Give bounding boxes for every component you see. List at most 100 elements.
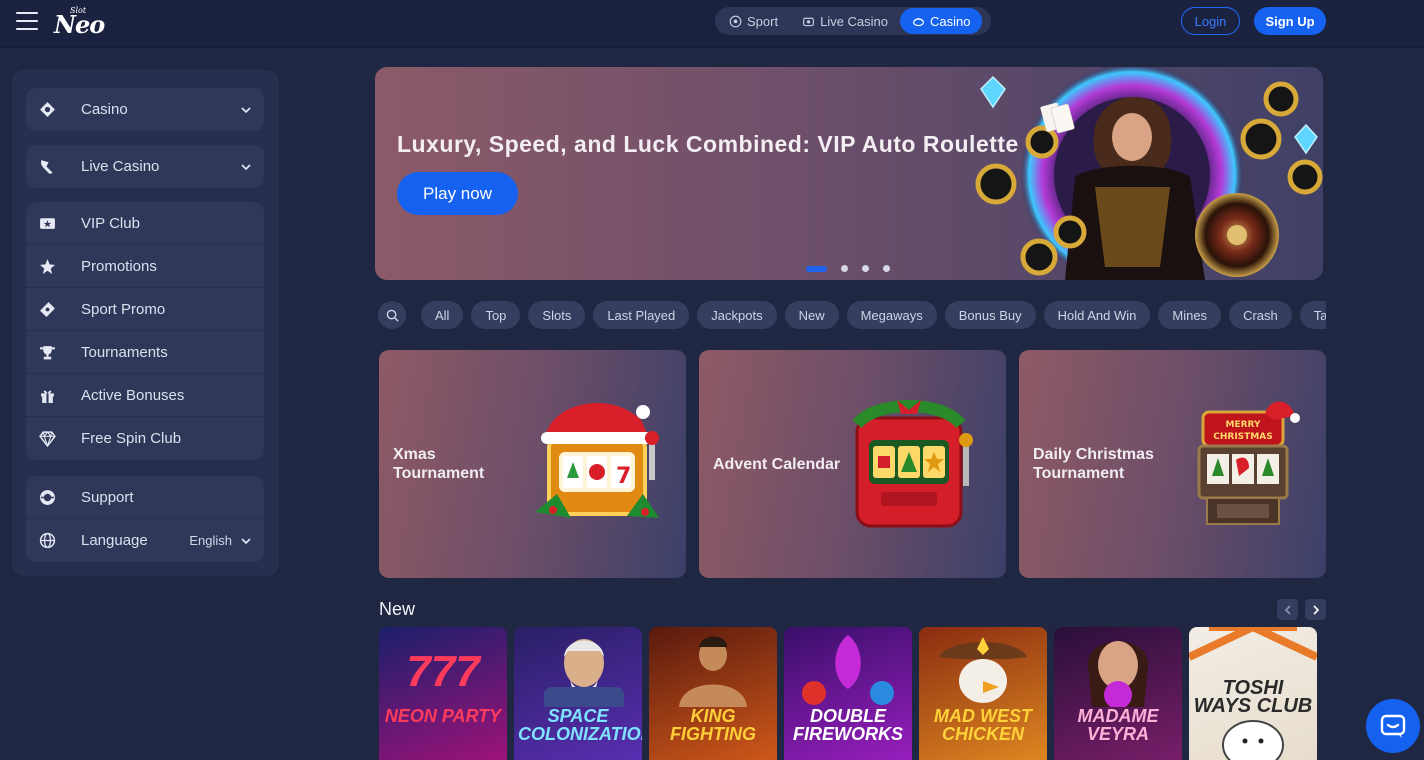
sidebar-item-label: Sport Promo — [81, 300, 166, 318]
promo-card-advent-calendar[interactable]: Advent Calendar — [699, 350, 1006, 578]
category-pill[interactable]: New — [784, 301, 839, 329]
sidebar-item-tournaments[interactable]: Tournaments — [26, 331, 264, 374]
signup-button[interactable]: Sign Up — [1254, 7, 1326, 35]
category-pill[interactable]: Slots — [528, 301, 586, 329]
vip-ticket-icon — [38, 214, 56, 232]
game-tile-king-fighting[interactable]: King Fighting — [649, 627, 777, 760]
banner-roulette-illustration — [975, 67, 1323, 280]
card-title-line1: Xmas — [393, 446, 436, 463]
machine-sign-line2: CHRISTMAS — [1213, 432, 1272, 442]
game-name: Space Colonization — [518, 706, 642, 744]
category-pill[interactable]: Mines — [1158, 301, 1222, 329]
carousel-dot-4[interactable] — [883, 265, 890, 272]
gift-icon — [38, 386, 56, 404]
hero-banner[interactable]: Luxury, Speed, and Luck Combined: VIP Au… — [375, 67, 1323, 280]
game-tile-777: 777 — [406, 647, 480, 696]
game-name: Madame Veyra — [1077, 706, 1159, 744]
sidebar-item-label: Casino — [81, 101, 128, 118]
sidebar: Casino Live Casino VIP Club Promotions S… — [12, 70, 279, 576]
support-headset-icon — [38, 488, 56, 506]
sidebar-item-label: Support — [81, 488, 134, 506]
sidebar-item-label: VIP Club — [81, 214, 140, 232]
menu-icon[interactable] — [16, 12, 38, 30]
carousel-dots — [806, 265, 890, 272]
slot-machine-merry-christmas-icon: MERRY CHRISTMAS — [1197, 401, 1300, 525]
sidebar-item-sport-promo[interactable]: Sport Promo — [26, 288, 264, 331]
category-pill[interactable]: Top — [471, 301, 521, 329]
category-pill[interactable]: Hold And Win — [1043, 301, 1151, 329]
live-casino-icon — [38, 158, 56, 176]
category-pill[interactable]: All — [421, 301, 464, 329]
language-value: English — [189, 533, 232, 548]
chevron-right-icon — [1312, 604, 1319, 615]
category-pill[interactable]: Crash — [1229, 301, 1292, 329]
sidebar-item-label: Live Casino — [81, 158, 160, 175]
promotions-star-icon — [38, 257, 56, 275]
sidebar-item-language[interactable]: Language English — [26, 519, 264, 562]
game-tile-space-colonization[interactable]: Space Colonization — [514, 627, 642, 760]
sidebar-item-active-bonuses[interactable]: Active Bonuses — [26, 374, 264, 417]
sidebar-item-promotions[interactable]: Promotions — [26, 245, 264, 288]
product-switch: Sport Live Casino Casino — [715, 7, 991, 35]
category-filter-bar: All Top Slots Last Played Jackpots New M… — [378, 301, 1326, 329]
game-name: Neon Party — [384, 706, 502, 726]
sidebar-casino-group: Casino — [26, 88, 264, 131]
carousel-dot-3[interactable] — [862, 265, 869, 272]
category-pill[interactable]: Last Played — [593, 301, 690, 329]
chat-bubble-icon — [1380, 714, 1406, 738]
casino-icon — [38, 101, 56, 119]
sidebar-item-live-casino[interactable]: Live Casino — [26, 145, 264, 188]
card-title-line2: Tournament — [393, 465, 485, 482]
new-games-row: 777 Neon Party Space Colonization King F… — [379, 627, 1317, 760]
banner-title: Luxury, Speed, and Luck Combined: VIP Au… — [397, 131, 1019, 157]
sidebar-item-label: Tournaments — [81, 343, 168, 361]
switch-live-casino-label: Live Casino — [820, 13, 889, 29]
carousel-next-button[interactable] — [1305, 599, 1326, 620]
sidebar-support-group: Support Language English — [26, 476, 264, 562]
carousel-dot-1[interactable] — [806, 265, 827, 272]
promo-card-xmas-tournament[interactable]: Xmas Tournament 7 — [379, 350, 686, 578]
sidebar-item-support[interactable]: Support — [26, 476, 264, 519]
switch-sport[interactable]: Sport — [717, 8, 790, 34]
search-button[interactable] — [378, 301, 406, 329]
chevron-down-icon — [241, 537, 251, 544]
game-tile-madame-veyra[interactable]: Madame Veyra — [1054, 627, 1182, 760]
sidebar-item-vip-club[interactable]: VIP Club — [26, 202, 264, 245]
category-pill[interactable]: Jackpots — [697, 301, 777, 329]
section-title-new: New — [379, 599, 416, 619]
top-bar: Slot Neo Sport Live Casino Casino Login … — [0, 0, 1424, 48]
category-pill[interactable]: Table — [1299, 301, 1326, 329]
machine-sign-line1: MERRY — [1226, 420, 1261, 430]
game-tile-neon-party[interactable]: 777 Neon Party — [379, 627, 507, 760]
game-name: Mad West Chicken — [934, 706, 1032, 744]
site-logo[interactable]: Slot Neo — [54, 6, 105, 39]
svg-text:7: 7 — [616, 464, 631, 489]
chevron-left-icon — [1284, 604, 1291, 615]
carousel-dot-2[interactable] — [841, 265, 848, 272]
live-casino-icon — [803, 17, 815, 26]
game-tile-toshi-ways-club[interactable]: Toshi Ways Club — [1189, 627, 1317, 760]
astronaut-character-art — [544, 639, 624, 707]
fortune-teller-art — [1087, 641, 1149, 707]
card-title-line1: Daily Christmas — [1033, 446, 1154, 463]
carousel-prev-button[interactable] — [1277, 599, 1298, 620]
fighter-character-art — [679, 636, 747, 707]
sidebar-item-free-spin-club[interactable]: Free Spin Club — [26, 417, 264, 460]
slot-machine-santa-hat-icon: 7 — [535, 402, 659, 518]
live-chat-button[interactable] — [1366, 699, 1420, 753]
login-button[interactable]: Login — [1181, 7, 1240, 35]
casino-chip-icon — [913, 17, 924, 26]
play-now-button[interactable]: Play now — [397, 172, 518, 215]
firework-rocket-art — [802, 635, 894, 705]
promo-card-daily-christmas-tournament[interactable]: Daily Christmas Tournament MERRY CHRISTM… — [1019, 350, 1326, 578]
game-tile-mad-west-chicken[interactable]: Mad West Chicken — [919, 627, 1047, 760]
sport-promo-icon — [38, 300, 56, 318]
switch-live-casino[interactable]: Live Casino — [790, 8, 900, 34]
sidebar-item-casino[interactable]: Casino — [26, 88, 264, 131]
game-tile-double-fireworks[interactable]: Double Fireworks — [784, 627, 912, 760]
category-pill[interactable]: Bonus Buy — [944, 301, 1036, 329]
category-pill[interactable]: Megaways — [846, 301, 937, 329]
switch-casino[interactable]: Casino — [900, 8, 983, 34]
trophy-icon — [38, 343, 56, 361]
card-title-line1: Advent Calendar — [713, 456, 841, 473]
